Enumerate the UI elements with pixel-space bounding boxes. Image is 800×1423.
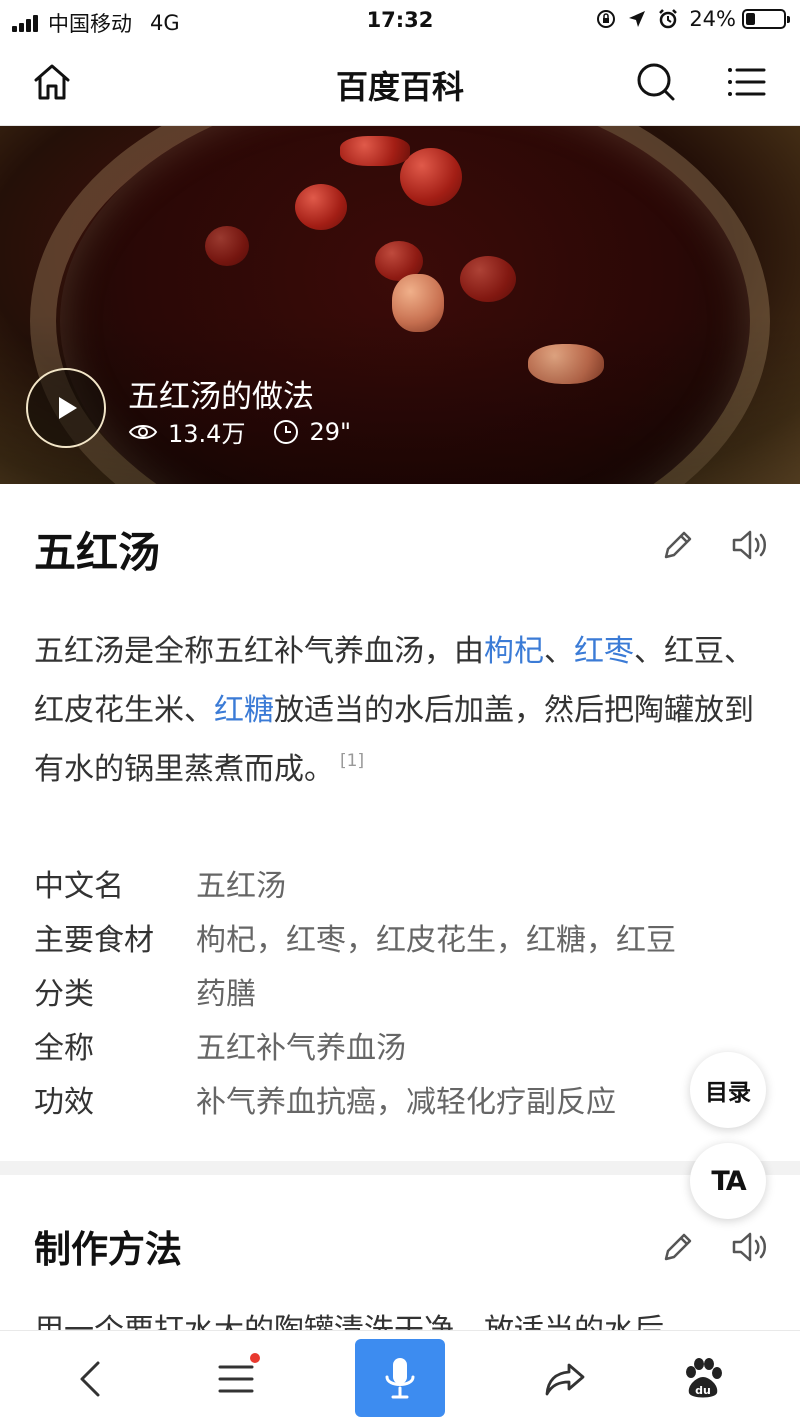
summary-paragraph: 五红汤是全称五红补气养血汤，由枸杞、红枣、红豆、红皮花生米、红糖放适当的水后加盖…: [34, 622, 774, 799]
infobox-value: 枸杞，红枣，红皮花生，红糖，红豆: [196, 923, 676, 958]
back-icon: [80, 1361, 100, 1397]
link-gouqi[interactable]: 枸杞: [484, 634, 544, 669]
view-count: 13.4万: [168, 420, 246, 448]
infobox-key: 功效: [34, 1085, 94, 1120]
infobox-value: 五红补气养血汤: [196, 1031, 406, 1066]
play-button[interactable]: [26, 368, 106, 448]
location-icon: [629, 11, 646, 27]
page-title: 五红汤: [34, 528, 161, 577]
baidu-home-button[interactable]: du: [673, 1349, 733, 1409]
top-nav: 百度百科: [0, 40, 800, 126]
speaker-icon: [732, 1232, 766, 1262]
video-title[interactable]: 五红汤的做法: [128, 371, 314, 416]
infobox-row: 全称 五红补气养血汤: [34, 1018, 774, 1072]
baidu-paw-icon: du: [686, 1358, 722, 1398]
infobox-value: 药膳: [196, 977, 256, 1012]
summary-text: 、: [544, 634, 574, 669]
toc-button[interactable]: 目录: [690, 1052, 766, 1128]
clock-icon: [274, 419, 299, 444]
infobox-key: 分类: [34, 977, 94, 1012]
search-icon: [637, 63, 675, 101]
link-hongtang[interactable]: 红糖: [214, 693, 274, 728]
share-button[interactable]: [535, 1349, 595, 1409]
pencil-icon: [664, 531, 692, 559]
back-button[interactable]: [62, 1349, 122, 1409]
reference-marker[interactable]: [1]: [340, 751, 364, 771]
search-button[interactable]: [632, 58, 680, 106]
infobox-row: 中文名 五红汤: [34, 856, 774, 910]
bottom-toolbar: du: [0, 1330, 800, 1423]
share-icon: [545, 1363, 585, 1396]
rotation-lock-icon: [597, 10, 616, 28]
section-edit-button[interactable]: [656, 1225, 700, 1269]
infobox-value: 补气养血抗癌，减轻化疗副反应: [196, 1085, 616, 1120]
edit-button[interactable]: [656, 523, 700, 567]
video-hero[interactable]: 五红汤的做法 13.4万 29": [0, 126, 800, 484]
alarm-icon: [659, 9, 678, 29]
pencil-icon: [664, 1233, 692, 1261]
read-aloud-button[interactable]: [728, 523, 772, 567]
link-hongzao[interactable]: 红枣: [574, 634, 634, 669]
speaker-icon: [732, 530, 766, 560]
status-bar: 中国移动 4G 17:32 24%: [0, 0, 800, 40]
notification-dot: [250, 1353, 260, 1363]
battery-percent: 24%: [689, 7, 736, 31]
menu-button[interactable]: [722, 58, 770, 106]
infobox-key: 中文名: [34, 869, 124, 904]
section-body-peek: 用一个要打水大的陶罐清洗干净，放适当的水后: [34, 1306, 794, 1330]
menu-icon: [728, 68, 766, 96]
summary-text: 五红汤是全称五红补气养血汤，由: [34, 634, 484, 669]
battery-icon: [742, 9, 790, 29]
list-icon: [218, 1365, 254, 1393]
infobox-value: 五红汤: [196, 869, 286, 904]
section-read-aloud-button[interactable]: [728, 1225, 772, 1269]
infobox-key: 主要食材: [34, 923, 154, 958]
video-duration: 29": [309, 417, 352, 446]
section-divider: [0, 1161, 800, 1175]
play-icon: [59, 397, 77, 419]
infobox: 中文名 五红汤 主要食材 枸杞，红枣，红皮花生，红糖，红豆 分类 药膳 全称 五红补气养…: [34, 856, 774, 1126]
infobox-key: 全称: [34, 1031, 94, 1066]
list-button[interactable]: [206, 1349, 266, 1409]
infobox-row: 主要食材 枸杞，红枣，红皮花生，红糖，红豆: [34, 910, 774, 964]
eye-icon: [128, 424, 158, 439]
infobox-row: 功效 补气养血抗癌，减轻化疗副反应: [34, 1072, 774, 1126]
voice-search-button[interactable]: [355, 1339, 445, 1417]
site-title: 百度百科: [335, 68, 464, 106]
section-title: 制作方法: [34, 1228, 182, 1271]
svg-text:du: du: [695, 1384, 711, 1397]
ta-button[interactable]: TA: [690, 1143, 766, 1219]
infobox-row: 分类 药膳: [34, 964, 774, 1018]
status-right: 24%: [595, 7, 790, 31]
mic-icon: [385, 1358, 415, 1399]
video-meta: 13.4万 29": [128, 414, 351, 449]
